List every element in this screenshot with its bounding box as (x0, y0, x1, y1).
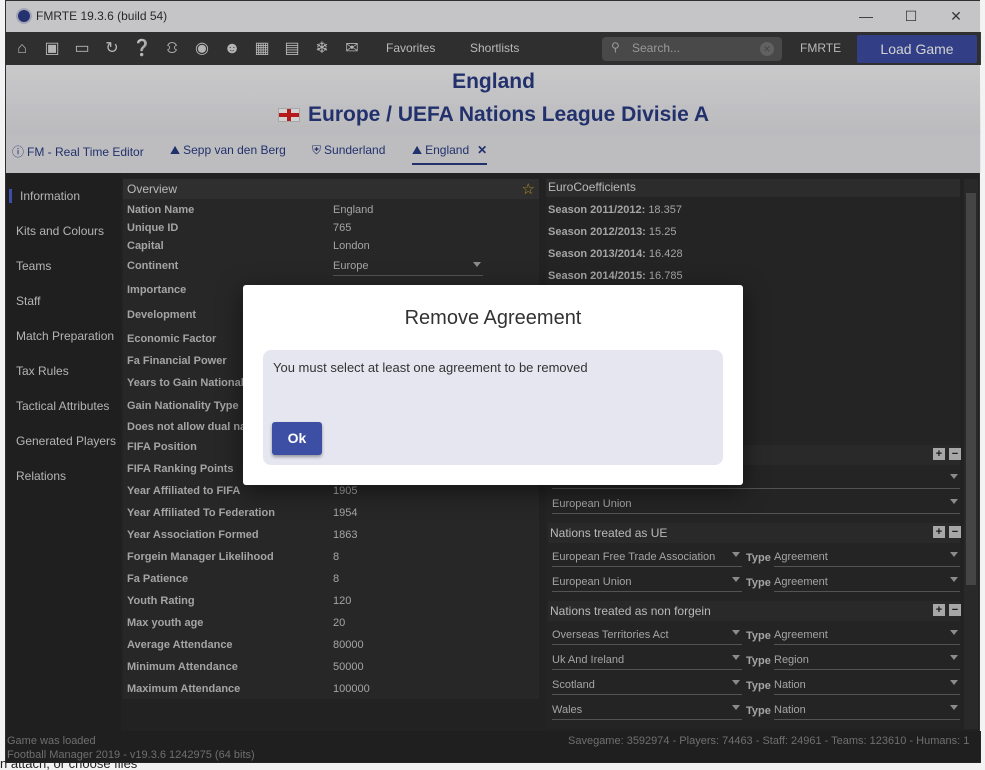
ok-button[interactable]: Ok (272, 422, 322, 455)
dialog-message-box: You must select at least one agreement t… (263, 350, 723, 465)
remove-agreement-dialog: Remove Agreement You must select at leas… (243, 285, 743, 485)
dialog-title: Remove Agreement (404, 307, 582, 329)
dialog-message: You must select at least one agreement t… (273, 360, 588, 375)
